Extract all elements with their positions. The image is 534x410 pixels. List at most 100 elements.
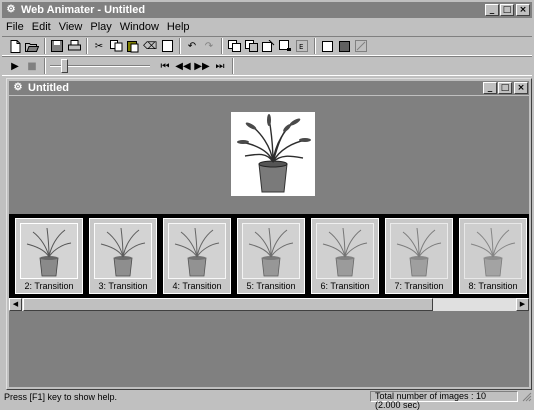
- frame-label: 5: Transition: [246, 281, 296, 291]
- cut-icon[interactable]: ✂: [92, 39, 106, 53]
- delete-icon[interactable]: ⌫: [143, 39, 157, 53]
- redo-icon[interactable]: ↷: [202, 39, 216, 53]
- frame-thumbnail: [168, 223, 226, 279]
- document-icon: ⚙: [13, 82, 23, 93]
- clear-icon[interactable]: [160, 39, 174, 53]
- frame-thumbnail: [20, 223, 78, 279]
- open-folder-icon[interactable]: [25, 39, 39, 53]
- filmstrip-frame[interactable]: 5: Transition: [237, 218, 305, 294]
- minimize-button[interactable]: _: [485, 4, 499, 16]
- toolbar-separator: [44, 58, 46, 74]
- menu-bar: File Edit View Play Window Help: [2, 19, 532, 35]
- filmstrip-frame[interactable]: 3: Transition: [89, 218, 157, 294]
- scroll-left-icon[interactable]: ◀: [9, 298, 22, 311]
- document-window: ⚙ Untitled _ □ × 2: Transition 3: Transi…: [6, 78, 532, 390]
- close-button[interactable]: ×: [516, 4, 530, 16]
- print-icon[interactable]: [67, 39, 81, 53]
- view-thumbnail-box: [338, 40, 350, 52]
- view-normal-icon[interactable]: [320, 39, 334, 53]
- scroll-right-icon[interactable]: ▶: [516, 298, 529, 311]
- frame-properties-icon[interactable]: [261, 39, 275, 53]
- horizontal-scrollbar[interactable]: ◀ ▶: [9, 298, 529, 311]
- svg-text:E: E: [299, 43, 303, 51]
- toolbar-separator: [179, 38, 181, 54]
- toolbar-separator: [221, 38, 223, 54]
- new-file-icon[interactable]: [8, 39, 22, 53]
- plant-image: [237, 114, 311, 193]
- next-frame-icon[interactable]: ▶▶: [194, 59, 210, 73]
- status-help-text: Press [F1] key to show help.: [4, 391, 118, 402]
- view-normal-box: [321, 40, 333, 52]
- resize-grip-icon[interactable]: [522, 392, 532, 402]
- paste-icon[interactable]: [126, 39, 140, 53]
- maximize-button[interactable]: □: [500, 4, 514, 16]
- maximize-icon: □: [500, 83, 510, 93]
- maximize-icon: □: [502, 5, 512, 15]
- filmstrip-frame[interactable]: 7: Transition: [385, 218, 453, 294]
- menu-file[interactable]: File: [6, 21, 24, 33]
- disabled-tool-icon[interactable]: [354, 39, 368, 53]
- app-title: Web Animater - Untitled: [21, 4, 146, 16]
- frame-thumbnail: [464, 223, 522, 279]
- minimize-icon: _: [489, 5, 495, 15]
- status-image-count: Total number of images : 10 (2.000 sec): [370, 391, 518, 410]
- transition-icon[interactable]: [278, 39, 292, 53]
- filmstrip-frame[interactable]: 6: Transition: [311, 218, 379, 294]
- document-title: Untitled: [28, 82, 69, 94]
- undo-icon[interactable]: ↶: [185, 39, 199, 53]
- first-frame-icon[interactable]: ⏮: [158, 59, 172, 73]
- preview-image: [231, 112, 315, 196]
- filmstrip-frame[interactable]: 4: Transition: [163, 218, 231, 294]
- menu-help[interactable]: Help: [167, 21, 190, 33]
- toolbar-separator: [86, 38, 88, 54]
- effects-icon[interactable]: E: [295, 39, 309, 53]
- copy-icon[interactable]: [109, 39, 123, 53]
- append-frame-icon[interactable]: [244, 39, 258, 53]
- frame-thumbnail: [242, 223, 300, 279]
- document-minimize-button[interactable]: _: [483, 82, 497, 94]
- toolbar-separator: [232, 58, 234, 74]
- status-bar: Press [F1] key to show help. Total numbe…: [2, 391, 532, 410]
- view-thumbnail-icon[interactable]: [337, 39, 351, 53]
- close-icon: ×: [517, 83, 525, 93]
- app-icon: ⚙: [6, 4, 16, 15]
- play-icon[interactable]: ▶: [8, 59, 22, 73]
- frame-label: 6: Transition: [320, 281, 370, 291]
- menu-view[interactable]: View: [59, 21, 83, 33]
- toolbar-separator: [44, 38, 46, 54]
- filmstrip: 2: Transition 3: Transition 4: Transitio…: [9, 214, 529, 298]
- last-frame-icon[interactable]: ⏭: [213, 59, 227, 73]
- prev-frame-icon[interactable]: ◀◀: [175, 59, 191, 73]
- toolbar-separator: [314, 38, 316, 54]
- filmstrip-frame[interactable]: 8: Transition: [459, 218, 527, 294]
- stop-icon[interactable]: ■: [25, 59, 39, 73]
- frame-slider[interactable]: [50, 58, 150, 74]
- close-icon: ×: [519, 5, 527, 15]
- document-workspace: [9, 311, 529, 387]
- frame-thumbnail: [390, 223, 448, 279]
- app-title-bar: ⚙ Web Animater - Untitled _ □ ×: [2, 2, 532, 18]
- playback-toolbar: ▶ ■ ⏮ ◀◀ ▶▶ ⏭: [2, 56, 532, 76]
- frame-label: 3: Transition: [98, 281, 148, 291]
- document-title-bar: ⚙ Untitled _ □ ×: [9, 81, 529, 95]
- save-icon[interactable]: [50, 39, 64, 53]
- document-window-controls: _ □ ×: [483, 82, 528, 94]
- scrollbar-thumb[interactable]: [23, 298, 433, 311]
- slider-thumb[interactable]: [61, 59, 68, 73]
- frame-label: 7: Transition: [394, 281, 444, 291]
- insert-frame-icon[interactable]: [227, 39, 241, 53]
- frame-label: 2: Transition: [24, 281, 74, 291]
- menu-window[interactable]: Window: [120, 21, 159, 33]
- frame-thumbnail: [316, 223, 374, 279]
- window-controls: _ □ ×: [485, 4, 530, 16]
- preview-area: [9, 96, 529, 214]
- frame-label: 8: Transition: [468, 281, 518, 291]
- menu-edit[interactable]: Edit: [32, 21, 51, 33]
- document-maximize-button[interactable]: □: [498, 82, 512, 94]
- minimize-icon: _: [487, 83, 493, 93]
- filmstrip-frame[interactable]: 2: Transition: [15, 218, 83, 294]
- menu-play[interactable]: Play: [90, 21, 111, 33]
- frame-thumbnail: [94, 223, 152, 279]
- document-close-button[interactable]: ×: [514, 82, 528, 94]
- frame-label: 4: Transition: [172, 281, 222, 291]
